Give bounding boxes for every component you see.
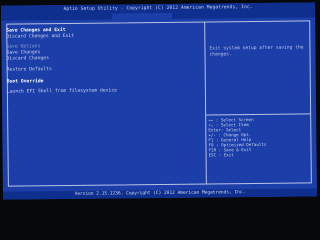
menu-launch-efi-shell[interactable]: Launch EFI Shell from filesystem device — [7, 88, 117, 95]
menu-discard-changes[interactable]: Discard Changes — [7, 56, 49, 62]
menu-boot-override: Boot Override — [6, 79, 44, 85]
menu-discard-changes-and-exit[interactable]: Discard Changes and Exit — [6, 34, 74, 41]
menu-restore-defaults[interactable]: Restore Defaults — [7, 67, 52, 73]
help-text: Exit system setup after saving the chang… — [209, 45, 304, 58]
footer-bar: Version 2.15.1236. Copyright (C) 2012 Am… — [2, 188, 318, 200]
monitor-bezel: Aptio Setup Utility - Copyright (C) 2012… — [0, 0, 320, 240]
key-exit: ESC : Exit — [208, 152, 234, 158]
tab-save-exit[interactable] — [112, 12, 173, 20]
panel-divider-horizontal — [206, 113, 311, 116]
panel-divider-vertical — [204, 22, 207, 184]
bios-screen: Aptio Setup Utility - Copyright (C) 2012… — [0, 2, 318, 200]
